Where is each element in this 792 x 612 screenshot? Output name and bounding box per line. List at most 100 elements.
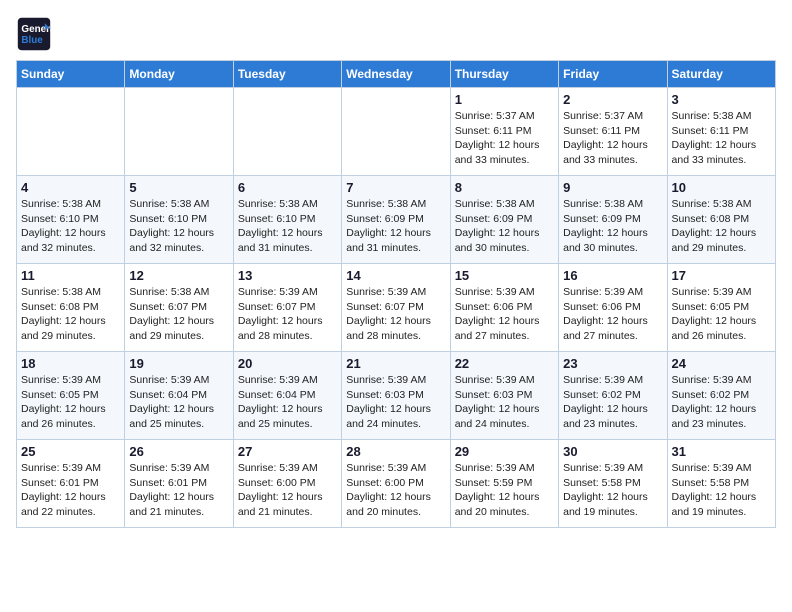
day-info: Sunrise: 5:39 AM Sunset: 6:03 PM Dayligh… xyxy=(455,373,554,432)
calendar-week-row: 18 Sunrise: 5:39 AM Sunset: 6:05 PM Dayli… xyxy=(17,352,776,440)
day-number: 27 xyxy=(238,444,337,459)
day-header-tuesday: Tuesday xyxy=(233,61,341,88)
day-info: Sunrise: 5:39 AM Sunset: 6:06 PM Dayligh… xyxy=(563,285,662,344)
day-number: 16 xyxy=(563,268,662,283)
day-info: Sunrise: 5:39 AM Sunset: 6:01 PM Dayligh… xyxy=(21,461,120,520)
day-info: Sunrise: 5:39 AM Sunset: 6:01 PM Dayligh… xyxy=(129,461,228,520)
day-info: Sunrise: 5:39 AM Sunset: 6:06 PM Dayligh… xyxy=(455,285,554,344)
calendar-cell: 14Sunrise: 5:39 AM Sunset: 6:07 PM Dayli… xyxy=(342,264,450,352)
day-info: Sunrise: 5:39 AM Sunset: 5:58 PM Dayligh… xyxy=(563,461,662,520)
calendar-week-row: 11 Sunrise: 5:38 AM Sunset: 6:08 PM Dayli… xyxy=(17,264,776,352)
day-info: Sunrise: 5:38 AM Sunset: 6:09 PM Dayligh… xyxy=(455,197,554,256)
calendar-cell: 30 Sunrise: 5:39 AM Sunset: 5:58 PM Dayli… xyxy=(559,440,667,528)
calendar-header-row: SundayMondayTuesdayWednesdayThursdayFrid… xyxy=(17,61,776,88)
day-number: 22 xyxy=(455,356,554,371)
day-number: 18 xyxy=(21,356,120,371)
day-number: 9 xyxy=(563,180,662,195)
day-info: Sunrise: 5:37 AM Sunset: 6:11 PM Dayligh… xyxy=(563,109,662,168)
day-info: Sunrise: 5:38 AM Sunset: 6:10 PM Dayligh… xyxy=(129,197,228,256)
logo: General Blue xyxy=(16,16,52,52)
calendar-cell xyxy=(125,88,233,176)
calendar-cell: 3 Sunrise: 5:38 AM Sunset: 6:11 PM Daylig… xyxy=(667,88,775,176)
day-info: Sunrise: 5:38 AM Sunset: 6:09 PM Dayligh… xyxy=(563,197,662,256)
day-header-monday: Monday xyxy=(125,61,233,88)
day-number: 29 xyxy=(455,444,554,459)
day-number: 3 xyxy=(672,92,771,107)
day-number: 24 xyxy=(672,356,771,371)
day-number: 6 xyxy=(238,180,337,195)
day-info: Sunrise: 5:39 AM Sunset: 6:02 PM Dayligh… xyxy=(672,373,771,432)
calendar-cell: 1 Sunrise: 5:37 AM Sunset: 6:11 PM Daylig… xyxy=(450,88,558,176)
day-number: 2 xyxy=(563,92,662,107)
day-number: 1 xyxy=(455,92,554,107)
calendar-cell: 6 Sunrise: 5:38 AM Sunset: 6:10 PM Daylig… xyxy=(233,176,341,264)
day-info: Sunrise: 5:38 AM Sunset: 6:10 PM Dayligh… xyxy=(238,197,337,256)
calendar-cell: 7 Sunrise: 5:38 AM Sunset: 6:09 PM Daylig… xyxy=(342,176,450,264)
calendar-cell: 25 Sunrise: 5:39 AM Sunset: 6:01 PM Dayli… xyxy=(17,440,125,528)
calendar-cell: 29 Sunrise: 5:39 AM Sunset: 5:59 PM Dayli… xyxy=(450,440,558,528)
logo-icon: General Blue xyxy=(16,16,52,52)
page-header: General Blue xyxy=(16,16,776,52)
calendar-cell: 18 Sunrise: 5:39 AM Sunset: 6:05 PM Dayli… xyxy=(17,352,125,440)
calendar-cell: 23Sunrise: 5:39 AM Sunset: 6:02 PM Dayli… xyxy=(559,352,667,440)
day-number: 26 xyxy=(129,444,228,459)
calendar-cell: 26 Sunrise: 5:39 AM Sunset: 6:01 PM Dayli… xyxy=(125,440,233,528)
day-header-wednesday: Wednesday xyxy=(342,61,450,88)
day-info: Sunrise: 5:39 AM Sunset: 6:05 PM Dayligh… xyxy=(21,373,120,432)
day-header-friday: Friday xyxy=(559,61,667,88)
calendar-cell xyxy=(233,88,341,176)
day-number: 30 xyxy=(563,444,662,459)
day-number: 14 xyxy=(346,268,445,283)
day-number: 4 xyxy=(21,180,120,195)
calendar-cell: 19 Sunrise: 5:39 AM Sunset: 6:04 PM Dayli… xyxy=(125,352,233,440)
day-number: 21 xyxy=(346,356,445,371)
day-number: 13 xyxy=(238,268,337,283)
day-number: 28 xyxy=(346,444,445,459)
day-number: 11 xyxy=(21,268,120,283)
day-number: 7 xyxy=(346,180,445,195)
calendar-week-row: 1 Sunrise: 5:37 AM Sunset: 6:11 PM Daylig… xyxy=(17,88,776,176)
day-info: Sunrise: 5:38 AM Sunset: 6:11 PM Dayligh… xyxy=(672,109,771,168)
calendar-cell: 20 Sunrise: 5:39 AM Sunset: 6:04 PM Dayli… xyxy=(233,352,341,440)
day-info: Sunrise: 5:39 AM Sunset: 5:58 PM Dayligh… xyxy=(672,461,771,520)
day-header-saturday: Saturday xyxy=(667,61,775,88)
svg-text:Blue: Blue xyxy=(21,35,43,46)
calendar-cell: 15 Sunrise: 5:39 AM Sunset: 6:06 PM Dayli… xyxy=(450,264,558,352)
day-info: Sunrise: 5:37 AM Sunset: 6:11 PM Dayligh… xyxy=(455,109,554,168)
calendar-cell: 27Sunrise: 5:39 AM Sunset: 6:00 PM Dayli… xyxy=(233,440,341,528)
day-number: 31 xyxy=(672,444,771,459)
calendar-cell: 11 Sunrise: 5:38 AM Sunset: 6:08 PM Dayli… xyxy=(17,264,125,352)
day-number: 23 xyxy=(563,356,662,371)
day-info: Sunrise: 5:38 AM Sunset: 6:10 PM Dayligh… xyxy=(21,197,120,256)
day-info: Sunrise: 5:38 AM Sunset: 6:08 PM Dayligh… xyxy=(21,285,120,344)
day-header-thursday: Thursday xyxy=(450,61,558,88)
day-info: Sunrise: 5:39 AM Sunset: 6:04 PM Dayligh… xyxy=(129,373,228,432)
calendar-cell xyxy=(342,88,450,176)
calendar-week-row: 4 Sunrise: 5:38 AM Sunset: 6:10 PM Daylig… xyxy=(17,176,776,264)
day-info: Sunrise: 5:39 AM Sunset: 6:05 PM Dayligh… xyxy=(672,285,771,344)
calendar-cell: 21Sunrise: 5:39 AM Sunset: 6:03 PM Dayli… xyxy=(342,352,450,440)
calendar-cell: 2 Sunrise: 5:37 AM Sunset: 6:11 PM Daylig… xyxy=(559,88,667,176)
day-info: Sunrise: 5:39 AM Sunset: 5:59 PM Dayligh… xyxy=(455,461,554,520)
day-number: 10 xyxy=(672,180,771,195)
calendar-cell: 5 Sunrise: 5:38 AM Sunset: 6:10 PM Daylig… xyxy=(125,176,233,264)
day-info: Sunrise: 5:38 AM Sunset: 6:07 PM Dayligh… xyxy=(129,285,228,344)
day-number: 5 xyxy=(129,180,228,195)
calendar-cell: 10Sunrise: 5:38 AM Sunset: 6:08 PM Dayli… xyxy=(667,176,775,264)
calendar-cell: 17 Sunrise: 5:39 AM Sunset: 6:05 PM Dayli… xyxy=(667,264,775,352)
day-info: Sunrise: 5:39 AM Sunset: 6:00 PM Dayligh… xyxy=(346,461,445,520)
day-number: 20 xyxy=(238,356,337,371)
calendar-cell: 8Sunrise: 5:38 AM Sunset: 6:09 PM Daylig… xyxy=(450,176,558,264)
day-number: 17 xyxy=(672,268,771,283)
calendar-cell: 16 Sunrise: 5:39 AM Sunset: 6:06 PM Dayli… xyxy=(559,264,667,352)
calendar-cell: 4 Sunrise: 5:38 AM Sunset: 6:10 PM Daylig… xyxy=(17,176,125,264)
calendar-cell: 13Sunrise: 5:39 AM Sunset: 6:07 PM Dayli… xyxy=(233,264,341,352)
calendar-cell: 22 Sunrise: 5:39 AM Sunset: 6:03 PM Dayli… xyxy=(450,352,558,440)
day-number: 25 xyxy=(21,444,120,459)
day-number: 12 xyxy=(129,268,228,283)
day-info: Sunrise: 5:39 AM Sunset: 6:04 PM Dayligh… xyxy=(238,373,337,432)
day-number: 15 xyxy=(455,268,554,283)
day-number: 19 xyxy=(129,356,228,371)
calendar-cell: 9 Sunrise: 5:38 AM Sunset: 6:09 PM Daylig… xyxy=(559,176,667,264)
day-info: Sunrise: 5:38 AM Sunset: 6:09 PM Dayligh… xyxy=(346,197,445,256)
